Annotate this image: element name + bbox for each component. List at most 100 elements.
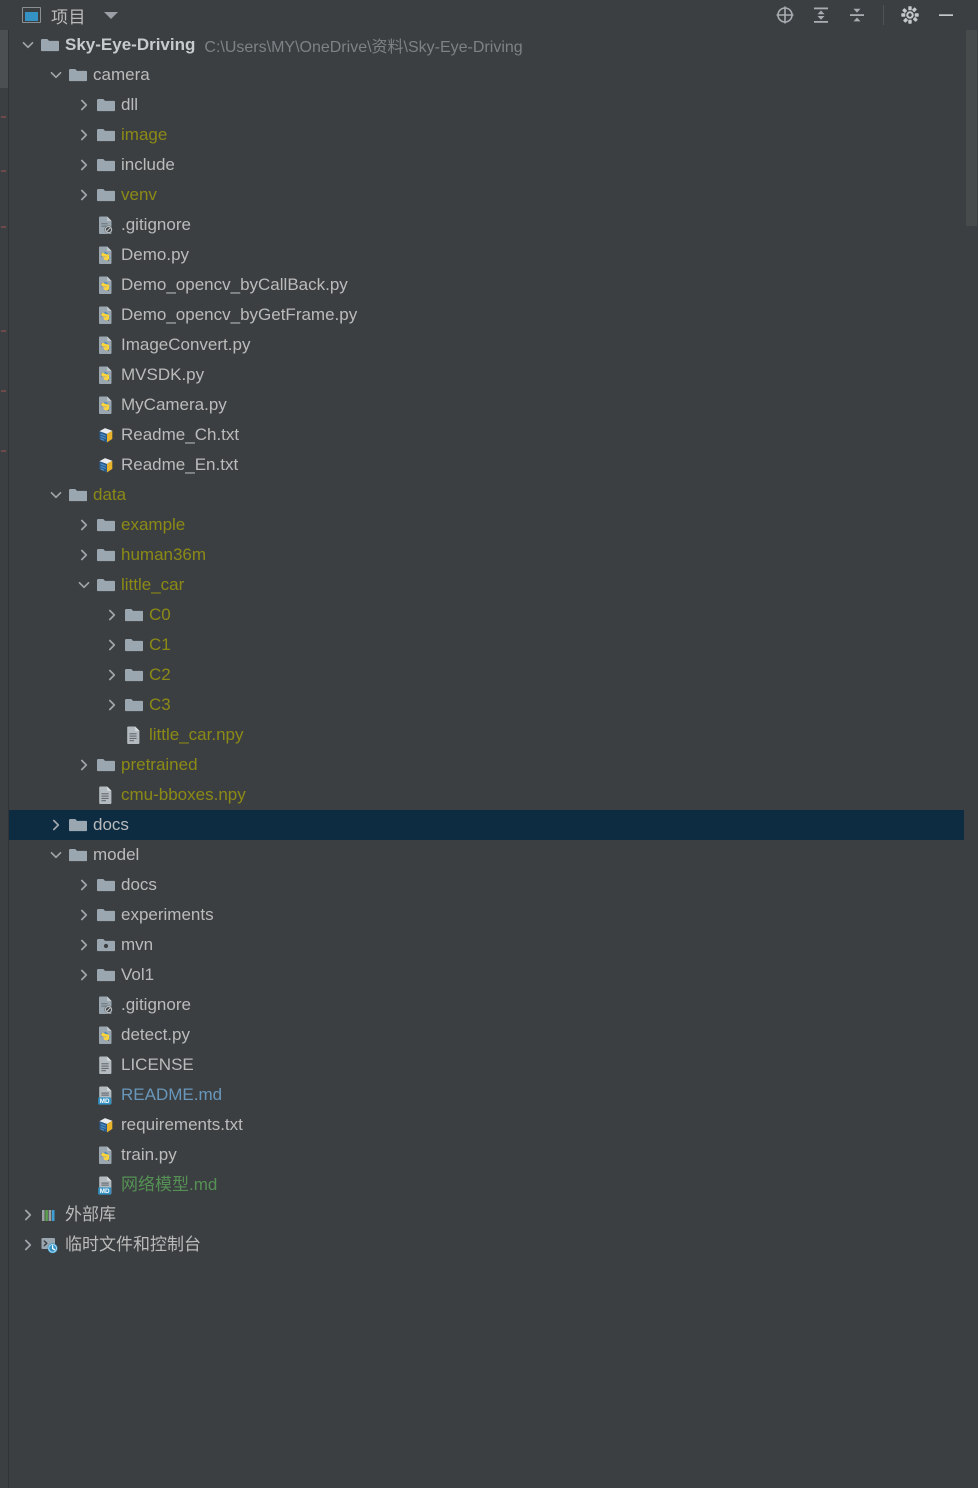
chevron-down-icon[interactable] [45, 480, 67, 510]
tree-row[interactable]: .gitignore [9, 990, 964, 1020]
tree-row[interactable]: pretrained [9, 750, 964, 780]
tree-row[interactable]: Demo_opencv_byCallBack.py [9, 270, 964, 300]
chevron-down-icon[interactable] [73, 570, 95, 600]
chevron-right-icon[interactable] [73, 870, 95, 900]
tree-row[interactable]: 外部库 [9, 1200, 964, 1230]
tree-row[interactable]: human36m [9, 540, 964, 570]
tree-row-label: Sky-Eye-Driving [65, 35, 196, 54]
chevron-right-icon[interactable] [17, 1200, 39, 1230]
folder-icon [95, 870, 117, 900]
tree-row[interactable]: venv [9, 180, 964, 210]
tree-row[interactable]: C0 [9, 600, 964, 630]
tree-row[interactable]: camera [9, 60, 964, 90]
tree-row[interactable]: little_car [9, 570, 964, 600]
tree-row[interactable]: mvn [9, 930, 964, 960]
tree-row[interactable]: .gitignore [9, 210, 964, 240]
chevron-right-icon[interactable] [73, 540, 95, 570]
tree-row[interactable]: example [9, 510, 964, 540]
tree-twisty-placeholder [73, 420, 95, 450]
tree-twisty-placeholder [73, 360, 95, 390]
tree-row[interactable]: LICENSE [9, 1050, 964, 1080]
chevron-right-icon[interactable] [101, 660, 123, 690]
tree-row[interactable]: C1 [9, 630, 964, 660]
project-tree[interactable]: Sky-Eye-Driving C:\Users\MY\OneDrive\资料\S… [9, 30, 964, 1488]
chevron-right-icon[interactable] [45, 810, 67, 840]
tree-row[interactable]: experiments [9, 900, 964, 930]
tree-row[interactable]: model [9, 840, 964, 870]
tree-row[interactable]: Readme_En.txt [9, 450, 964, 480]
tree-row[interactable]: Sky-Eye-Driving C:\Users\MY\OneDrive\资料\S… [9, 30, 964, 60]
folder-icon [67, 810, 89, 840]
collapse-all-icon[interactable] [839, 0, 875, 30]
python-icon [95, 270, 117, 300]
chevron-right-icon[interactable] [101, 690, 123, 720]
tree-twisty-placeholder [73, 1110, 95, 1140]
file-icon [95, 1050, 117, 1080]
chevron-right-icon[interactable] [101, 630, 123, 660]
tree-row[interactable]: Demo_opencv_byGetFrame.py [9, 300, 964, 330]
vertical-scrollbar-thumb[interactable] [966, 30, 977, 226]
tree-row[interactable]: Demo.py [9, 240, 964, 270]
tree-row[interactable]: ImageConvert.py [9, 330, 964, 360]
tree-row[interactable]: MD README.md [9, 1080, 964, 1110]
tree-row[interactable]: requirements.txt [9, 1110, 964, 1140]
tree-row-label: MVSDK.py [121, 365, 205, 384]
chevron-right-icon[interactable] [17, 1230, 39, 1260]
chevron-down-icon[interactable] [17, 30, 39, 60]
chevron-right-icon[interactable] [73, 150, 95, 180]
tree-row[interactable]: C3 [9, 690, 964, 720]
tree-row[interactable]: C2 [9, 660, 964, 690]
chevron-right-icon[interactable] [101, 600, 123, 630]
tree-row[interactable]: data [9, 480, 964, 510]
gutter-thumb[interactable] [0, 30, 8, 88]
gutter-marker [1, 170, 6, 172]
chevron-right-icon[interactable] [73, 960, 95, 990]
tree-row[interactable]: include [9, 150, 964, 180]
tree-row[interactable]: docs [9, 870, 964, 900]
chevron-right-icon[interactable] [73, 90, 95, 120]
tree-row[interactable]: Readme_Ch.txt [9, 420, 964, 450]
chevron-down-icon[interactable] [45, 60, 67, 90]
tree-row-label: model [93, 845, 140, 864]
tree-row-label: image [121, 125, 168, 144]
tree-row[interactable]: little_car.npy [9, 720, 964, 750]
tree-row-label: example [121, 515, 186, 534]
folder-icon [67, 480, 89, 510]
project-panel-title-group[interactable]: 项目 [0, 3, 118, 28]
hide-panel-icon[interactable] [928, 0, 964, 30]
chevron-right-icon[interactable] [73, 930, 95, 960]
chevron-down-icon[interactable] [45, 840, 67, 870]
tree-row[interactable]: 临时文件和控制台 [9, 1230, 964, 1260]
tree-row[interactable]: cmu-bboxes.npy [9, 780, 964, 810]
tree-twisty-placeholder [73, 1140, 95, 1170]
tree-twisty-placeholder [73, 1170, 95, 1200]
select-opened-file-icon[interactable] [767, 0, 803, 30]
tree-row[interactable]: image [9, 120, 964, 150]
tree-row[interactable]: detect.py [9, 1020, 964, 1050]
tree-row[interactable]: train.py [9, 1140, 964, 1170]
tree-row-label: venv [121, 185, 157, 204]
tree-row-label: pretrained [121, 755, 198, 774]
chevron-right-icon[interactable] [73, 120, 95, 150]
chevron-right-icon[interactable] [73, 900, 95, 930]
chevron-right-icon[interactable] [73, 180, 95, 210]
tree-twisty-placeholder [73, 990, 95, 1020]
tree-row[interactable]: dll [9, 90, 964, 120]
panel-left-gutter[interactable] [0, 30, 9, 1488]
chevron-right-icon[interactable] [73, 510, 95, 540]
tree-row[interactable]: MD 网络模型.md [9, 1170, 964, 1200]
folder-icon [95, 900, 117, 930]
vertical-scrollbar[interactable] [964, 30, 978, 1488]
settings-gear-icon[interactable] [892, 0, 928, 30]
tree-row[interactable]: MVSDK.py [9, 360, 964, 390]
tree-row[interactable]: Vol1 [9, 960, 964, 990]
folder-icon [123, 660, 145, 690]
chevron-down-icon[interactable] [104, 11, 118, 19]
folder-icon [95, 750, 117, 780]
chevron-right-icon[interactable] [73, 750, 95, 780]
tree-row-selected[interactable]: docs [9, 810, 964, 840]
tree-row-label: dll [121, 95, 139, 114]
tree-row[interactable]: MyCamera.py [9, 390, 964, 420]
module-icon [95, 930, 117, 960]
expand-all-icon[interactable] [803, 0, 839, 30]
